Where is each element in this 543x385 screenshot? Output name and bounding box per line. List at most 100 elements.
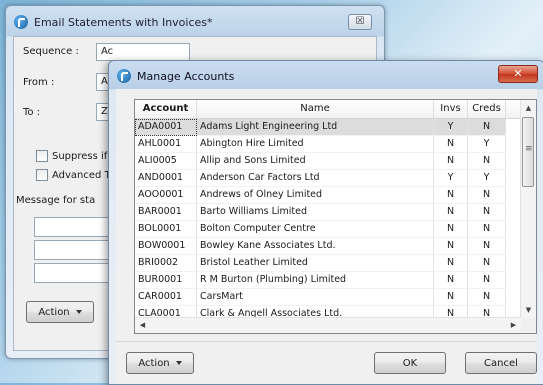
cell-name: Abington Hire Limited [197, 136, 434, 153]
table-row[interactable]: ALI0005 Allip and Sons Limited N N [135, 153, 521, 170]
column-header-invs[interactable]: Invs [434, 100, 468, 118]
horizontal-scrollbar[interactable]: ◀ ▶ [135, 317, 521, 333]
cell-name: Andrews of Olney Limited [197, 187, 434, 204]
cell-invs: Y [434, 170, 468, 187]
cell-invs: N [434, 289, 468, 306]
cell-name: Bolton Computer Centre [197, 221, 434, 238]
table-row[interactable]: BAR0001 Barto Williams Limited N N [135, 204, 521, 221]
cell-account: CAR0001 [135, 289, 197, 306]
cell-name: Anderson Car Factors Ltd [197, 170, 434, 187]
dialog-close-button[interactable]: ✕ [498, 65, 538, 83]
cancel-button-label: Cancel [484, 357, 518, 369]
dialog-body: Account Name Invs Creds ADA0001 Adams Lig… [116, 89, 537, 384]
ok-button-label: OK [402, 357, 418, 369]
cell-account: BAR0001 [135, 204, 197, 221]
cell-invs: N [434, 272, 468, 289]
cell-account: ALI0005 [135, 153, 197, 170]
dropdown-arrow-icon [75, 310, 82, 314]
cell-creds: Y [468, 170, 506, 187]
cell-account: AOO0001 [135, 187, 197, 204]
cell-name: Bowley Kane Associates Ltd. [197, 238, 434, 255]
cell-name: Allip and Sons Limited [197, 153, 434, 170]
cell-account: AHL0001 [135, 136, 197, 153]
grid-rows: ADA0001 Adams Light Engineering Ltd Y N AHL0… [135, 119, 521, 323]
app-logo-icon [14, 15, 28, 29]
sequence-label: Sequence : [23, 46, 79, 57]
grid-header: Account Name Invs Creds [135, 100, 521, 119]
cell-creds: N [468, 119, 506, 136]
table-row[interactable]: BOL0001 Bolton Computer Centre N N [135, 221, 521, 238]
cell-invs: N [434, 238, 468, 255]
cell-creds: N [468, 204, 506, 221]
suppress-checkbox-box[interactable] [36, 150, 48, 162]
table-row[interactable]: AHL0001 Abington Hire Limited N Y [135, 136, 521, 153]
cell-invs: N [434, 221, 468, 238]
cell-creds: N [468, 289, 506, 306]
advanced-checkbox[interactable]: Advanced Tr [36, 169, 113, 181]
cancel-button[interactable]: Cancel [465, 352, 537, 374]
dialog-title: Manage Accounts [137, 69, 235, 83]
scrollbar-corner [521, 318, 536, 333]
action-button[interactable]: Action [26, 301, 94, 323]
scroll-down-icon[interactable]: ▼ [521, 302, 536, 318]
cell-creds: N [468, 221, 506, 238]
advanced-checkbox-box[interactable] [36, 169, 48, 181]
dialog-action-label: Action [138, 357, 170, 369]
cell-account: AND0001 [135, 170, 197, 187]
ok-button[interactable]: OK [374, 352, 446, 374]
cell-invs: N [434, 153, 468, 170]
table-row[interactable]: CAR0001 CarsMart N N [135, 289, 521, 306]
cell-invs: N [434, 204, 468, 221]
vertical-scroll-thumb[interactable] [522, 117, 534, 187]
column-header-account[interactable]: Account [135, 100, 197, 118]
scroll-up-icon[interactable]: ▲ [521, 100, 536, 116]
cell-name: R M Burton (Plumbing) Limited [197, 272, 434, 289]
manage-accounts-dialog: Manage Accounts ✕ Account Name Invs Cred… [108, 60, 543, 385]
cell-name: Barto Williams Limited [197, 204, 434, 221]
cell-invs: Y [434, 119, 468, 136]
cell-invs: N [434, 187, 468, 204]
accounts-grid[interactable]: Account Name Invs Creds ADA0001 Adams Lig… [134, 99, 537, 334]
dropdown-arrow-icon [175, 361, 182, 365]
cell-account: ADA0001 [135, 119, 197, 136]
message-label: Message for sta [16, 195, 96, 206]
cell-creds: N [468, 255, 506, 272]
window-titlebar: Email Statements with Invoices* [14, 13, 213, 31]
table-row[interactable]: BUR0001 R M Burton (Plumbing) Limited N N [135, 272, 521, 289]
cell-name: Bristol Leather Limited [197, 255, 434, 272]
dialog-action-button[interactable]: Action [126, 352, 194, 374]
vertical-scrollbar[interactable]: ▲ ▼ [520, 100, 536, 318]
sequence-select[interactable]: Ac [96, 43, 190, 61]
cell-account: BOL0001 [135, 221, 197, 238]
cell-account: BRI0002 [135, 255, 197, 272]
cell-invs: N [434, 255, 468, 272]
app-logo-icon [117, 69, 131, 83]
cell-account: BOW0001 [135, 238, 197, 255]
cell-name: CarsMart [197, 289, 434, 306]
dialog-button-bar: Action OK Cancel [116, 341, 537, 384]
close-button[interactable]: ☒ [348, 14, 372, 30]
from-label: From : [23, 77, 55, 88]
sequence-value: Ac [101, 46, 114, 57]
scroll-left-icon[interactable]: ◀ [135, 318, 150, 333]
cell-creds: N [468, 187, 506, 204]
table-row[interactable]: BOW0001 Bowley Kane Associates Ltd. N N [135, 238, 521, 255]
table-row[interactable]: AND0001 Anderson Car Factors Ltd Y Y [135, 170, 521, 187]
to-label: To : [23, 107, 41, 118]
table-row[interactable]: AOO0001 Andrews of Olney Limited N N [135, 187, 521, 204]
dialog-titlebar: Manage Accounts [117, 67, 234, 85]
advanced-label: Advanced Tr [52, 169, 114, 181]
window-title: Email Statements with Invoices* [34, 15, 213, 29]
table-row[interactable]: BRI0002 Bristol Leather Limited N N [135, 255, 521, 272]
scroll-right-icon[interactable]: ▶ [506, 318, 521, 333]
cell-account: BUR0001 [135, 272, 197, 289]
cell-creds: Y [468, 136, 506, 153]
table-row[interactable]: ADA0001 Adams Light Engineering Ltd Y N [135, 119, 521, 136]
suppress-checkbox[interactable]: Suppress if D [36, 150, 118, 162]
column-header-name[interactable]: Name [197, 100, 434, 118]
column-header-creds[interactable]: Creds [468, 100, 506, 118]
cell-creds: N [468, 272, 506, 289]
action-button-label: Action [38, 306, 70, 318]
cell-name: Adams Light Engineering Ltd [197, 119, 434, 136]
cell-creds: N [468, 153, 506, 170]
